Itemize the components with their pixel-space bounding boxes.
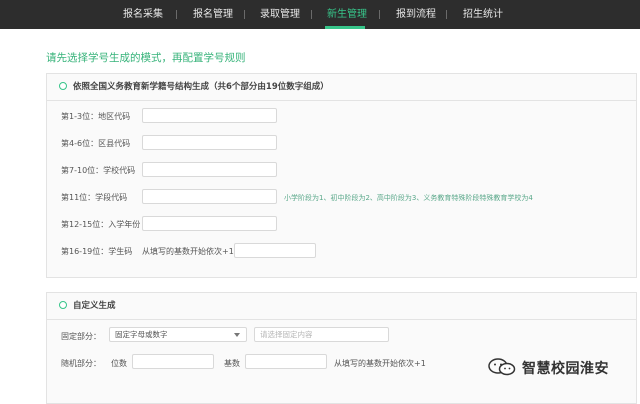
nav-item-enrollment-statistics[interactable]: 招生统计 [463, 0, 503, 29]
fixed-part-select-value: 固定字母或数字 [115, 330, 168, 339]
national-structure-panel: 依照全国义务教育新学籍号结构生成（共6个部分由19位数字组成） 第1-3位：地区… [46, 73, 637, 278]
nav-item-admission-management[interactable]: 录取管理 [260, 0, 300, 29]
student-code-label: 第16-19位：学生码 [61, 247, 133, 256]
fixed-content-input[interactable]: 请选择固定内容 [254, 327, 389, 342]
random-part-label: 随机部分： [61, 359, 101, 368]
page-instruction: 请先选择学号生成的模式，再配置学号规则 [46, 52, 246, 64]
stage-code-input[interactable] [142, 189, 277, 204]
fixed-part-label: 固定部分： [61, 332, 101, 341]
active-tab-indicator [325, 26, 365, 29]
entry-year-input[interactable] [142, 216, 277, 231]
nav-item-freshman-management[interactable]: 新生管理 [327, 0, 367, 29]
nav-item-registration-collection[interactable]: 报名采集 [123, 0, 163, 29]
digits-input[interactable] [132, 354, 214, 369]
stage-code-label: 第11位：学段代码 [61, 193, 128, 202]
random-suffix-text: 从填写的基数开始依次+1 [334, 359, 426, 368]
panel-title: 依照全国义务教育新学籍号结构生成（共6个部分由19位数字组成） [73, 82, 329, 92]
stage-code-hint: 小学阶段为1、初中阶段为2、高中阶段为3、义务教育特殊阶段特殊教育学校为4 [284, 194, 533, 202]
base-input[interactable] [245, 354, 327, 369]
panel-title: 自定义生成 [73, 301, 116, 311]
student-code-prefix: 从填写的基数开始依次+1 [142, 247, 234, 256]
custom-generation-panel: 自定义生成 固定部分： 固定字母或数字 请选择固定内容 随机部分： 位数 基数 … [46, 292, 637, 404]
radio-custom-icon[interactable] [59, 301, 67, 309]
county-code-input[interactable] [142, 135, 277, 150]
nav-item-check-in-process[interactable]: 报到流程 [396, 0, 436, 29]
fixed-part-select[interactable]: 固定字母或数字 [109, 327, 247, 342]
radio-national-icon[interactable] [59, 82, 67, 90]
wechat-icon [488, 358, 516, 376]
county-code-label: 第4-6位：区县代码 [61, 139, 131, 148]
school-code-label: 第7-10位：学校代码 [61, 166, 136, 175]
nav-item-registration-management[interactable]: 报名管理 [193, 0, 233, 29]
watermark-text: 智慧校园淮安 [522, 361, 609, 377]
nav-divider [446, 10, 447, 19]
watermark: 智慧校园淮安 [488, 357, 638, 379]
school-code-input[interactable] [142, 162, 277, 177]
entry-year-label: 第12-15位：入学年份 [61, 220, 141, 229]
chevron-down-icon [234, 333, 240, 337]
base-label: 基数 [224, 359, 240, 368]
nav-divider [379, 10, 380, 19]
nav-divider [311, 10, 312, 19]
digits-label: 位数 [111, 359, 127, 368]
panel-header: 自定义生成 [47, 293, 636, 320]
area-code-input[interactable] [142, 108, 277, 123]
nav-divider [244, 10, 245, 19]
top-nav-bar: 报名采集 报名管理 录取管理 新生管理 报到流程 招生统计 [0, 0, 640, 29]
nav-divider [176, 10, 177, 19]
panel-header: 依照全国义务教育新学籍号结构生成（共6个部分由19位数字组成） [47, 74, 636, 101]
student-code-base-input[interactable] [234, 243, 316, 258]
area-code-label: 第1-3位：地区代码 [61, 112, 131, 121]
